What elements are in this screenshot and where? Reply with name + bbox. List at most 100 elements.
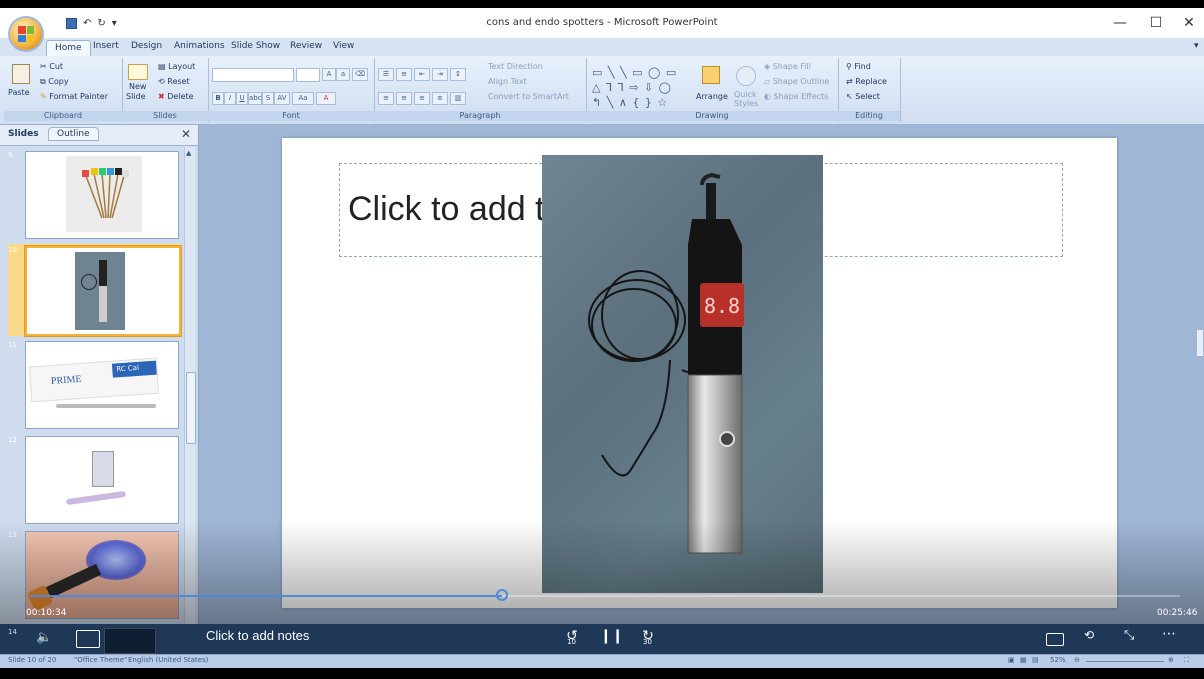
- select-button[interactable]: ↖ Select: [846, 92, 880, 101]
- zoom-in-icon[interactable]: ⊕: [1168, 656, 1174, 664]
- tab-outline[interactable]: Outline: [48, 127, 99, 141]
- text-direction-button[interactable]: Text Direction: [488, 62, 543, 71]
- shapes-gallery-row3[interactable]: ↰ ╲ ∧ { } ☆: [592, 96, 668, 109]
- quick-styles-button[interactable]: Quick: [734, 90, 757, 99]
- syringe-thumb: [56, 404, 156, 408]
- qat-dropdown-icon[interactable]: ▾: [112, 18, 117, 29]
- increase-indent-icon[interactable]: ⇥: [432, 68, 448, 81]
- sorter-view-icon[interactable]: ▦: [1020, 656, 1027, 664]
- paragraph-group: ☰ ≡ ⇤ ⇥ ↕ ≡ ≡ ≡ ≡ ▥ Text Direction Align…: [374, 58, 587, 122]
- paste-button[interactable]: Paste: [8, 88, 30, 97]
- shapes-gallery[interactable]: ▭ ╲ ╲ ▭ ◯ ▭: [592, 66, 677, 79]
- italic-icon[interactable]: I: [224, 92, 236, 105]
- ribbon-help-icon[interactable]: ▾: [1194, 41, 1199, 51]
- thumbnail-14-peek: [104, 628, 156, 654]
- tab-home[interactable]: Home: [46, 40, 91, 57]
- bold-icon[interactable]: B: [212, 92, 224, 105]
- font-label: Font: [208, 111, 374, 121]
- redo-icon[interactable]: ↻: [97, 18, 105, 29]
- spacing-icon[interactable]: AV: [274, 92, 290, 105]
- cut-button[interactable]: ✂ Cut: [40, 62, 63, 71]
- line-spacing-icon[interactable]: ↕: [450, 68, 466, 81]
- scroll-up-icon[interactable]: ▲: [186, 149, 191, 157]
- strikethrough-icon[interactable]: abc: [248, 92, 262, 105]
- tab-review[interactable]: Review: [290, 41, 322, 51]
- shrink-font-icon[interactable]: a: [336, 68, 350, 81]
- undo-icon[interactable]: ↶: [83, 18, 91, 29]
- forward-30-button[interactable]: ↻ 30: [636, 628, 660, 646]
- close-button[interactable]: ✕: [1174, 8, 1204, 38]
- office-button[interactable]: [10, 18, 42, 50]
- slide-thumbnail-12[interactable]: 12: [8, 436, 180, 528]
- replace-button[interactable]: ⇄ Replace: [846, 77, 887, 86]
- picture-in-picture-icon[interactable]: [1046, 633, 1064, 646]
- new-slide-button[interactable]: New: [129, 82, 146, 91]
- device-head-thumb: [99, 260, 107, 286]
- scrollbar-thumb[interactable]: [186, 372, 196, 444]
- minimize-button[interactable]: —: [1102, 8, 1138, 38]
- font-color-icon[interactable]: A: [316, 92, 336, 105]
- tab-design[interactable]: Design: [131, 41, 162, 51]
- normal-view-icon[interactable]: ▣: [1008, 656, 1015, 664]
- save-icon[interactable]: [66, 17, 77, 29]
- reset-button[interactable]: ⟲ Reset: [158, 77, 190, 86]
- select-cursor-icon: ↖: [846, 92, 856, 101]
- notes-placeholder[interactable]: Click to add notes: [206, 628, 309, 643]
- align-text-button[interactable]: Align Text: [488, 77, 527, 86]
- font-size-select[interactable]: [296, 68, 320, 82]
- decrease-indent-icon[interactable]: ⇤: [414, 68, 430, 81]
- shape-fill-button[interactable]: ◈ Shape Fill: [764, 62, 811, 71]
- shapes-gallery-row2[interactable]: △ ⅂ ⅂ ⇨ ⇩ ◯: [592, 81, 672, 94]
- bullets-icon[interactable]: ☰: [378, 68, 394, 81]
- exit-fullscreen-icon[interactable]: ⤡: [1124, 628, 1134, 643]
- seek-handle[interactable]: [495, 589, 508, 601]
- align-right-icon[interactable]: ≡: [414, 92, 430, 105]
- panel-close-icon[interactable]: ✕: [181, 127, 191, 141]
- new-slide-icon: [128, 64, 148, 80]
- shadow-icon[interactable]: S: [262, 92, 274, 105]
- change-case-icon[interactable]: Aa: [292, 92, 314, 105]
- more-options-icon[interactable]: ⋯: [1162, 626, 1176, 642]
- shape-outline-button[interactable]: ▱ Shape Outline: [764, 77, 829, 86]
- captions-icon[interactable]: [76, 630, 100, 648]
- slide-thumbnail-11[interactable]: 11 PRIME RC Cal: [8, 341, 180, 433]
- right-scroll-thumb[interactable]: [1197, 330, 1203, 356]
- slideshow-view-icon[interactable]: ▤: [1032, 656, 1039, 664]
- volume-icon[interactable]: 🔈: [36, 630, 52, 645]
- delete-button[interactable]: ✖ Delete: [158, 92, 194, 101]
- find-button[interactable]: ⚲ Find: [846, 62, 871, 71]
- shape-effects-button[interactable]: ◐ Shape Effects: [764, 92, 828, 101]
- tab-insert[interactable]: Insert: [93, 41, 119, 51]
- font-name-select[interactable]: [212, 68, 294, 82]
- convert-smartart-button[interactable]: Convert to SmartArt: [488, 92, 569, 101]
- arrange-button[interactable]: Arrange: [696, 92, 728, 101]
- slide-thumbnail-9[interactable]: 9: [8, 151, 180, 243]
- rewind-10-button[interactable]: ↺ 10: [560, 628, 584, 646]
- quick-styles-button-line2[interactable]: Styles: [734, 99, 758, 108]
- copy-button[interactable]: ⧉ Copy: [40, 77, 69, 87]
- underline-icon[interactable]: U: [236, 92, 248, 105]
- tab-animations[interactable]: Animations: [174, 41, 225, 51]
- justify-icon[interactable]: ≡: [432, 92, 448, 105]
- align-center-icon[interactable]: ≡: [396, 92, 412, 105]
- layout-button[interactable]: ▤ Layout: [158, 62, 195, 71]
- fit-window-icon[interactable]: ⛶: [1184, 656, 1189, 665]
- zoom-out-icon[interactable]: ⊖: [1074, 656, 1080, 664]
- zoom-level[interactable]: 52%: [1050, 656, 1066, 664]
- slide-thumbnail-10[interactable]: 10: [8, 246, 181, 338]
- zoom-slider[interactable]: [1086, 661, 1164, 662]
- maximize-button[interactable]: ☐: [1138, 8, 1174, 38]
- columns-icon[interactable]: ▥: [450, 92, 466, 105]
- grow-font-icon[interactable]: A: [322, 68, 336, 81]
- format-painter-button[interactable]: ✎ Format Painter: [40, 92, 108, 101]
- drawing-label: Drawing: [586, 111, 838, 121]
- align-left-icon[interactable]: ≡: [378, 92, 394, 105]
- numbering-icon[interactable]: ≡: [396, 68, 412, 81]
- pause-button[interactable]: ❙❙: [600, 628, 623, 644]
- tab-slide-show[interactable]: Slide Show: [231, 41, 280, 51]
- clear-format-icon[interactable]: ⌫: [352, 68, 368, 81]
- new-slide-button-line2[interactable]: Slide: [126, 92, 146, 101]
- 360-view-icon[interactable]: ⟲: [1084, 628, 1094, 642]
- tab-view[interactable]: View: [333, 41, 354, 51]
- tab-slides[interactable]: Slides: [8, 129, 39, 139]
